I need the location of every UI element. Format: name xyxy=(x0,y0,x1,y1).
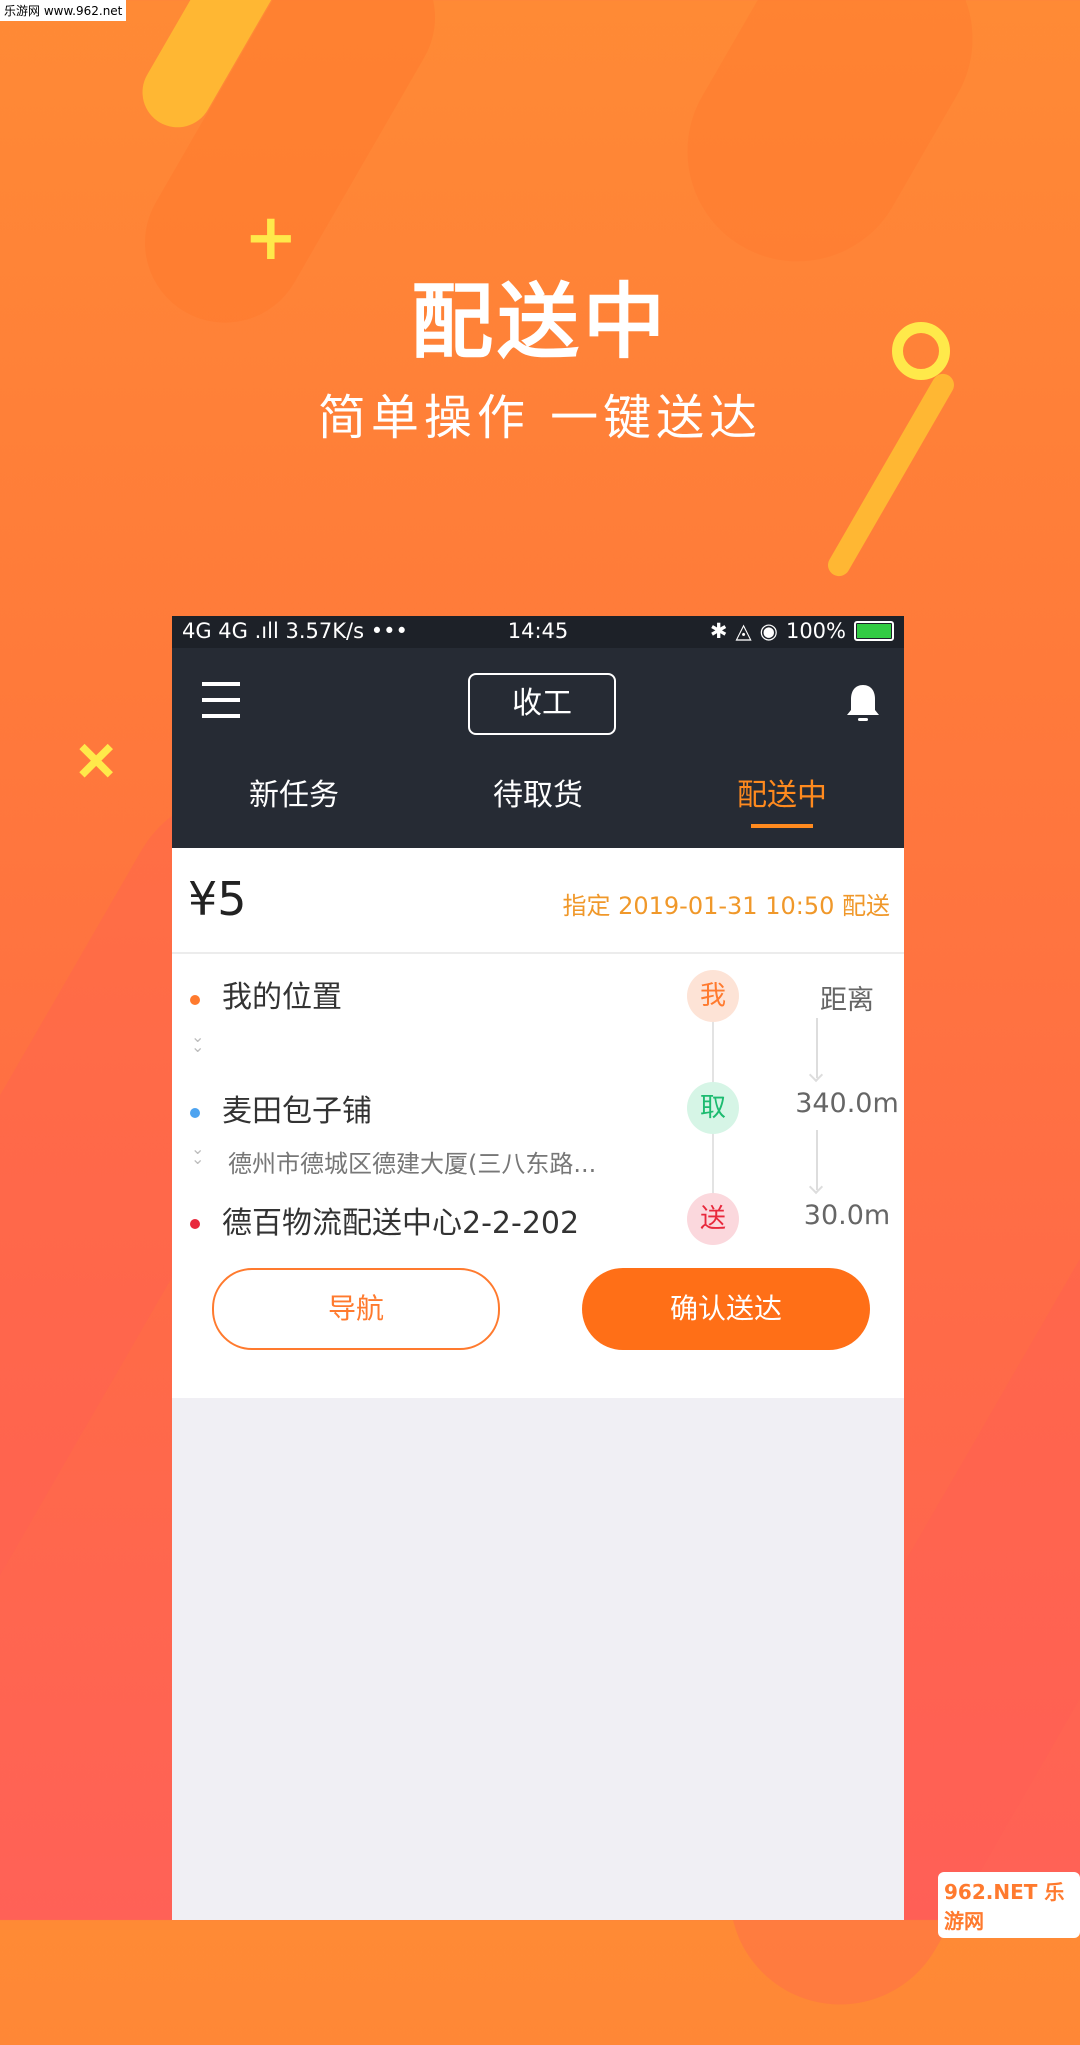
phone-screen: 4G 4G .ıll 3.57K/s ••• 14:45 ✱ ◬ ◉ 100% … xyxy=(172,616,904,1920)
pickup-badge: 取 xyxy=(687,1082,739,1134)
hero-subtitle: 简单操作 一键送达 xyxy=(317,390,763,446)
hero-title: 配送中 xyxy=(410,275,669,370)
delivery-dot xyxy=(190,1219,200,1229)
app-bar: 收工 xyxy=(172,648,904,776)
delivery-badge: 送 xyxy=(687,1193,739,1245)
location-icon: ◉ xyxy=(759,619,778,643)
distance-header: 距离 xyxy=(820,985,874,1016)
chevron-down-icon: ⌄ ⌄ xyxy=(191,1027,205,1056)
watermark: 乐游网 www.962.net xyxy=(0,0,127,21)
tab-awaiting-pickup[interactable]: 待取货 xyxy=(416,760,660,832)
tab-delivering[interactable]: 配送中 xyxy=(660,760,904,832)
my-location-label: 我的位置 xyxy=(222,980,342,1015)
pickup-name: 麦田包子铺 xyxy=(222,1094,372,1129)
order-price: ¥5 xyxy=(188,872,247,926)
arrow-down-icon xyxy=(816,1018,818,1078)
bell-icon[interactable] xyxy=(844,682,882,724)
corner-logo: 962.NET 乐游网 xyxy=(938,1872,1080,1938)
battery-icon xyxy=(854,621,894,641)
menu-icon[interactable] xyxy=(202,682,242,720)
pickup-distance: 340.0m xyxy=(795,1088,899,1119)
delivery-address: 德百物流配送中心2-2-202 xyxy=(222,1206,580,1241)
status-bar: 4G 4G .ıll 3.57K/s ••• 14:45 ✱ ◬ ◉ 100% xyxy=(172,616,904,648)
corner-logo-text: 962.NET 乐游网 xyxy=(944,1880,1065,1933)
battery-percent: 100% xyxy=(785,619,846,643)
mute-icon: ◬ xyxy=(735,619,752,643)
status-right: ✱ ◬ ◉ 100% xyxy=(710,619,894,643)
tab-new-tasks[interactable]: 新任务 xyxy=(172,760,416,832)
me-badge: 我 xyxy=(687,970,739,1022)
delivery-distance: 30.0m xyxy=(803,1200,891,1231)
my-location-dot xyxy=(190,995,200,1005)
clock-out-button[interactable]: 收工 xyxy=(468,673,616,735)
delivery-schedule: 指定 2019-01-31 10:50 配送 xyxy=(562,892,890,920)
chevron-down-icon: ⌄ ⌄ xyxy=(191,1139,205,1168)
bluetooth-icon: ✱ xyxy=(709,619,728,643)
confirm-delivery-button[interactable]: 确认送达 xyxy=(582,1268,870,1350)
arrow-down-icon xyxy=(816,1130,818,1190)
pickup-dot xyxy=(190,1108,200,1118)
order-card[interactable]: ¥5 指定 2019-01-31 10:50 配送 我的位置 ⌄ ⌄ 麦田包子铺 … xyxy=(172,848,904,1398)
battery-fill xyxy=(857,624,891,638)
pickup-address: 德州市德城区德建大厦(三八东路... xyxy=(228,1150,597,1178)
navigate-button[interactable]: 导航 xyxy=(212,1268,500,1350)
order-header: ¥5 指定 2019-01-31 10:50 配送 xyxy=(172,848,904,954)
tab-bar: 新任务 待取货 配送中 xyxy=(172,776,904,848)
plus-icon: + xyxy=(51,714,142,806)
